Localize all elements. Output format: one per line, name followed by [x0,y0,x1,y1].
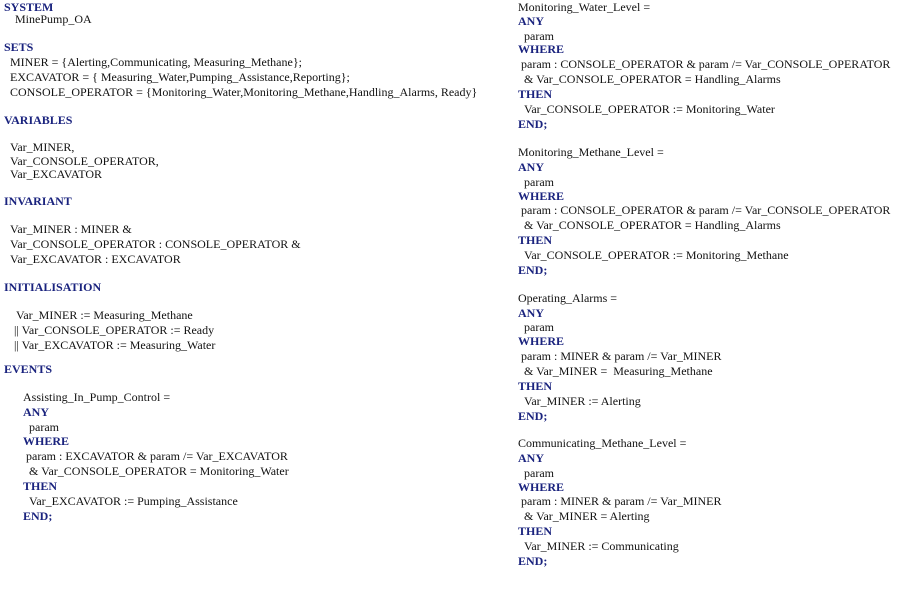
init-line-1: Var_MINER := Measuring_Methane [16,308,193,322]
keyword-any: ANY [518,306,544,320]
action-line: Var_EXCAVATOR := Pumping_Assistance [29,494,238,508]
keyword-where: WHERE [518,480,565,494]
event-name-monitoring-water-level: Monitoring_Water_Level = [518,0,651,14]
action-line: Var_CONSOLE_OPERATOR := Monitoring_Metha… [524,248,789,262]
keyword-end: END; [518,554,548,568]
keyword-then: THEN [23,479,58,493]
set-miner: MINER = {Alerting,Communicating, Measuri… [10,55,302,69]
keyword-events: EVENTS [4,362,53,376]
invariant-line-1: Var_MINER : MINER & [10,222,132,236]
keyword-variables: VARIABLES [4,113,73,127]
keyword-then: THEN [518,379,553,393]
guard-line-2: & Var_MINER = Alerting [524,509,650,523]
guard-line-2: & Var_CONSOLE_OPERATOR = Monitoring_Wate… [29,464,289,478]
variable-excavator: Var_EXCAVATOR [10,167,103,181]
system-name: MinePump_OA [15,12,92,26]
guard-line-1: param : MINER & param /= Var_MINER [521,349,722,363]
keyword-where: WHERE [518,42,565,56]
keyword-then: THEN [518,87,553,101]
guard-line-2: & Var_CONSOLE_OPERATOR = Handling_Alarms [524,72,781,86]
guard-line-1: param : CONSOLE_OPERATOR & param /= Var_… [521,203,891,217]
variable-miner: Var_MINER, [10,140,75,154]
init-line-2: || Var_CONSOLE_OPERATOR := Ready [14,323,215,337]
set-console-operator: CONSOLE_OPERATOR = {Monitoring_Water,Mon… [10,85,478,99]
keyword-end: END; [23,509,53,523]
guard-line-2: & Var_MINER = Measuring_Methane [524,364,713,378]
keyword-end: END; [518,409,548,423]
guard-line-1: param : EXCAVATOR & param /= Var_EXCAVAT… [26,449,288,463]
guard-line-1: param : MINER & param /= Var_MINER [521,494,722,508]
event-name-communicating-methane-level: Communicating_Methane_Level = [518,436,687,450]
guard-line-2: & Var_CONSOLE_OPERATOR = Handling_Alarms [524,218,781,232]
set-excavator: EXCAVATOR = { Measuring_Water,Pumping_As… [10,70,350,84]
init-line-3: || Var_EXCAVATOR := Measuring_Water [14,338,216,352]
action-line: Var_MINER := Communicating [524,539,679,553]
event-param: param [29,420,59,434]
keyword-initialisation: INITIALISATION [4,280,102,294]
keyword-any: ANY [23,405,49,419]
keyword-any: ANY [518,451,544,465]
invariant-line-2: Var_CONSOLE_OPERATOR : CONSOLE_OPERATOR … [10,237,301,251]
keyword-then: THEN [518,233,553,247]
keyword-end: END; [518,263,548,277]
keyword-any: ANY [518,160,544,174]
right-code-column: Monitoring_Water_Level = ANY param WHERE… [518,0,918,600]
keyword-any: ANY [518,14,544,28]
keyword-end: END; [518,117,548,131]
keyword-sets: SETS [4,40,34,54]
left-code-column: SYSTEM MinePump_OA SETS MINER = {Alertin… [4,0,509,523]
keyword-where: WHERE [518,334,565,348]
event-param: param [524,466,554,480]
event-param: param [524,320,554,334]
event-name-monitoring-methane-level: Monitoring_Methane_Level = [518,145,664,159]
keyword-invariant: INVARIANT [4,194,72,208]
event-param: param [524,175,554,189]
keyword-then: THEN [518,524,553,538]
keyword-where: WHERE [23,434,70,448]
keyword-where: WHERE [518,189,565,203]
action-line: Var_MINER := Alerting [524,394,641,408]
event-name-assisting-in-pump-control: Assisting_In_Pump_Control = [23,390,171,404]
action-line: Var_CONSOLE_OPERATOR := Monitoring_Water [524,102,775,116]
event-name-operating-alarms: Operating_Alarms = [518,291,618,305]
invariant-line-3: Var_EXCAVATOR : EXCAVATOR [10,252,181,266]
guard-line-1: param : CONSOLE_OPERATOR & param /= Var_… [521,57,891,71]
